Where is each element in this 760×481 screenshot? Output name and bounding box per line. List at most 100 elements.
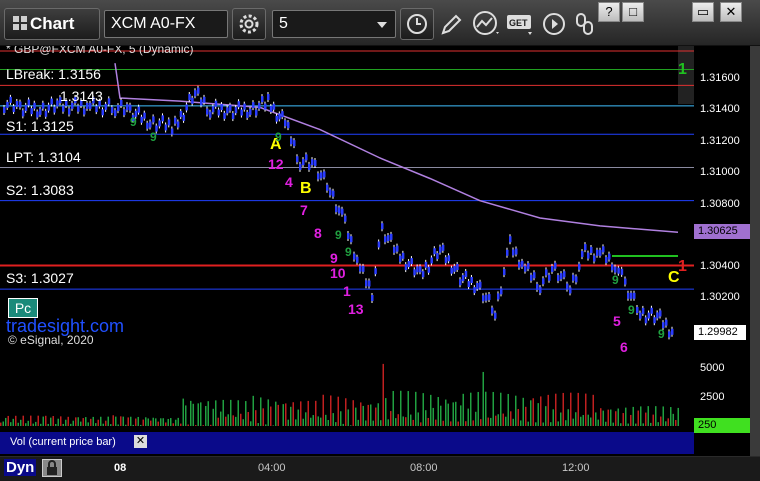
candle-body <box>650 307 653 314</box>
volume-bar <box>82 418 84 426</box>
candle-body <box>83 108 86 115</box>
candle-body <box>500 288 503 295</box>
candle-body <box>581 251 584 258</box>
volume-bar <box>52 416 54 426</box>
volume-bar <box>250 421 252 426</box>
help-button[interactable]: ? <box>598 2 620 22</box>
volume-bar <box>350 425 352 426</box>
study-line-icon <box>473 11 499 35</box>
volume-bar <box>517 409 519 426</box>
interval-select[interactable]: 5 <box>272 10 396 38</box>
candle-body <box>527 263 530 270</box>
volume-chart[interactable] <box>0 356 694 432</box>
volume-bar <box>37 415 39 426</box>
time-tick: 08 <box>114 462 127 474</box>
candle-body <box>557 275 560 282</box>
candle-body <box>329 189 332 196</box>
volume-bar <box>540 396 542 426</box>
candle-body <box>656 312 659 319</box>
svg-text:GET: GET <box>509 18 528 28</box>
study-button[interactable] <box>472 10 502 43</box>
volume-bar <box>392 390 394 426</box>
price-chart[interactable]: A B C 12 4 7 8 9 10 1 13 5 6 1 1 9 9 9 9 9 9 9 9 * GBP@FXCM A0… <box>0 46 694 352</box>
volume-bar <box>295 419 297 426</box>
volume-bar <box>337 396 339 426</box>
maximize-button[interactable]: ▭ <box>692 2 714 22</box>
settings-button[interactable] <box>232 8 266 40</box>
volume-bar <box>617 408 619 426</box>
volume-bar <box>647 406 649 426</box>
volume-bar <box>292 402 294 426</box>
volume-bar <box>592 394 594 426</box>
vertical-scrollbar[interactable] <box>750 46 760 456</box>
volume-bar <box>430 394 432 426</box>
pc-badge[interactable]: Pc <box>8 298 38 318</box>
volume-bar <box>567 409 569 426</box>
price-axis[interactable]: 1.31600 1.31400 1.31200 1.31000 1.30800 … <box>694 46 750 352</box>
volume-bar <box>2 421 4 426</box>
setup-count: 6 <box>620 339 628 352</box>
candle-body <box>515 248 518 255</box>
candle-body <box>494 312 497 319</box>
candle-body <box>473 287 476 294</box>
candle-body <box>421 271 425 278</box>
volume-bar <box>157 421 159 426</box>
volume-bar <box>520 420 522 426</box>
volume-bar <box>610 409 612 426</box>
volume-bar <box>32 423 34 426</box>
volume-bar <box>487 417 489 426</box>
volume-bar <box>590 417 592 426</box>
setup-mark: 9 <box>275 130 282 144</box>
candle-body <box>639 312 642 319</box>
link-button[interactable] <box>574 12 596 41</box>
symbol-value: XCM A0-FX <box>111 15 196 32</box>
volume-bar <box>17 422 19 426</box>
volume-axis[interactable]: 5000 2500 250 <box>694 356 750 433</box>
candle-body <box>644 317 648 324</box>
candle-body <box>377 241 381 248</box>
close-button[interactable]: ✕ <box>720 2 742 22</box>
play-button[interactable] <box>542 12 566 41</box>
volume-bar <box>147 418 149 426</box>
volume-bar <box>187 424 189 426</box>
close-icon[interactable]: ✕ <box>134 435 147 448</box>
candle-body <box>284 120 287 127</box>
volume-bar <box>355 407 357 426</box>
volume-bar <box>215 400 217 426</box>
candle-body <box>554 262 557 269</box>
volume-bar <box>50 417 52 426</box>
candle-body <box>95 106 98 113</box>
volume-bar <box>385 398 387 426</box>
get-data-button[interactable]: GET <box>506 12 536 41</box>
lock-button[interactable] <box>42 459 62 477</box>
signal-green: 1 <box>678 61 687 78</box>
candle-body <box>444 257 448 264</box>
volume-bar <box>237 400 239 426</box>
volume-bar <box>302 418 304 426</box>
candle-body <box>524 265 527 272</box>
volume-bar <box>665 421 667 426</box>
restore-button[interactable]: □ <box>622 2 644 22</box>
candle-body <box>401 252 405 259</box>
candle-body <box>249 108 252 115</box>
candle-body <box>590 246 593 253</box>
volume-bar <box>255 410 257 426</box>
candle-body <box>33 102 36 109</box>
candle-body <box>548 274 551 281</box>
draw-tool-button[interactable] <box>438 12 464 43</box>
candle-body <box>521 260 524 267</box>
candle-body <box>140 116 143 123</box>
time-button[interactable] <box>400 8 434 40</box>
volume-bar <box>595 412 597 426</box>
volume-bar <box>395 418 397 426</box>
candle-body <box>229 104 232 111</box>
candle-body <box>509 236 512 243</box>
time-axis[interactable]: Dyn 08 04:00 08:00 12:00 <box>0 456 760 481</box>
chart-info-line: * GBP@FXCM A0-FX, 5 (Dynamic) <box>6 46 194 56</box>
volume-bar <box>407 391 409 426</box>
volume-bar <box>300 401 302 426</box>
volume-study-bar[interactable]: Vol (current price bar) ✕ <box>0 432 694 454</box>
play-circle-icon <box>543 13 565 35</box>
candle-body <box>665 319 668 326</box>
symbol-input[interactable]: XCM A0-FX <box>104 10 228 38</box>
